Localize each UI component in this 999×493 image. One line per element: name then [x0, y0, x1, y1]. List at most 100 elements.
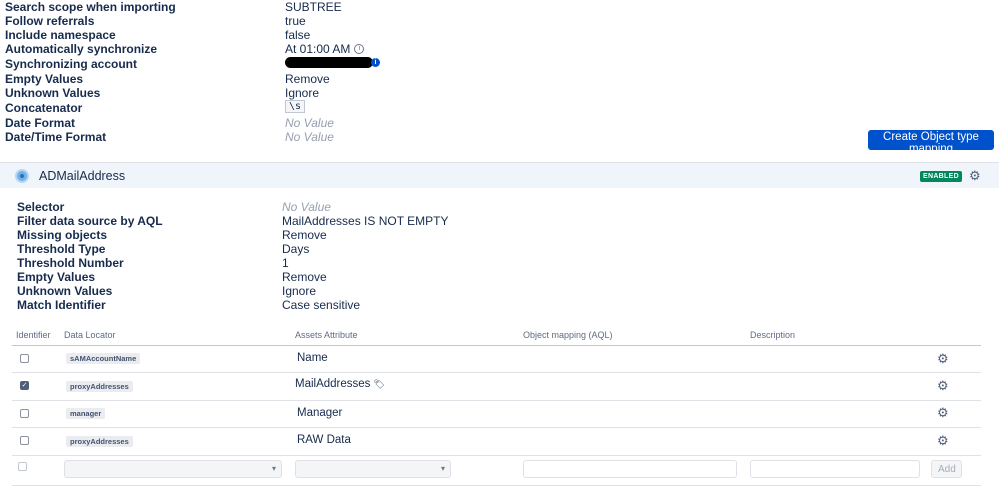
gear-icon[interactable]: ⚙: [937, 379, 949, 392]
tag-icon: 🏷: [373, 379, 385, 389]
object-mapping-aql-input[interactable]: [523, 460, 737, 478]
setting-value: Ignore: [285, 86, 320, 100]
mapping-label: Filter data source by AQL: [17, 214, 163, 228]
assets-attribute-wrap: MailAddresses 🏷: [295, 378, 385, 390]
setting-label: Empty Values: [5, 72, 84, 86]
mapping-row-match-identifier: Match Identifier Case sensitive: [0, 298, 999, 312]
mapping-value: Days: [282, 242, 310, 256]
create-object-type-mapping-button[interactable]: Create Object type mapping: [868, 130, 994, 155]
setting-row-search-scope: Search scope when importing SUBTREE: [0, 0, 999, 14]
assets-attribute: Manager: [297, 407, 343, 419]
status-badge: ENABLED: [920, 171, 962, 182]
column-header-identifier: Identifier: [16, 330, 51, 340]
chevron-down-icon: ▾: [271, 464, 276, 473]
setting-label: Date Format: [5, 116, 76, 130]
setting-label: Synchronizing account: [5, 57, 138, 71]
setting-value-wrap: \s: [285, 100, 306, 113]
object-mapping-header[interactable]: ADMailAddress ENABLED ⚙: [0, 162, 999, 188]
mapping-row-unknown-values: Unknown Values Ignore: [0, 284, 999, 298]
gear-icon[interactable]: ⚙: [937, 406, 949, 419]
data-locator-tag: manager: [66, 408, 106, 419]
data-locator-tag: proxyAddresses: [66, 436, 133, 447]
setting-value-wrap: At 01:00 AM i: [285, 42, 365, 56]
setting-row-include-namespace: Include namespace false: [0, 28, 999, 42]
row-divider: [12, 372, 981, 373]
setting-row-date-format: Date Format No Value: [0, 116, 999, 130]
row-divider: [12, 485, 981, 486]
info-icon[interactable]: i: [371, 58, 380, 67]
column-header-object-mapping: Object mapping (AQL): [523, 330, 613, 340]
gear-icon[interactable]: ⚙: [937, 352, 949, 365]
identifier-checkbox[interactable]: [18, 462, 27, 471]
mapping-label: Unknown Values: [17, 284, 113, 298]
object-type-icon: [15, 169, 29, 183]
setting-value: Remove: [285, 72, 330, 86]
object-mapping-name: ADMailAddress: [39, 169, 126, 183]
redacted-account: [285, 57, 373, 68]
mapping-row-threshold-number: Threshold Number 1: [0, 256, 999, 270]
mapping-value: Ignore: [282, 284, 317, 298]
assets-attribute: Name: [297, 352, 328, 364]
setting-row-concatenator: Concatenator \s: [0, 100, 999, 115]
setting-row-datetime-format: Date/Time Format No Value: [0, 130, 999, 144]
setting-label: Date/Time Format: [5, 130, 107, 144]
column-header-data-locator: Data Locator: [64, 330, 116, 340]
row-divider: [12, 455, 981, 456]
column-header-assets-attribute: Assets Attribute: [295, 330, 358, 340]
setting-label: Concatenator: [5, 101, 83, 115]
mapping-row-selector: Selector No Value: [0, 200, 999, 214]
setting-label: Include namespace: [5, 28, 116, 42]
setting-row-empty-values: Empty Values Remove: [0, 72, 999, 86]
setting-value: No Value: [285, 130, 334, 144]
setting-row-auto-sync: Automatically synchronize At 01:00 AM i: [0, 42, 999, 56]
setting-label: Search scope when importing: [5, 0, 176, 14]
gear-icon[interactable]: ⚙: [969, 169, 981, 182]
mapping-value: Remove: [282, 270, 327, 284]
gear-icon[interactable]: ⚙: [937, 434, 949, 447]
mapping-label: Empty Values: [17, 270, 96, 284]
data-locator-select[interactable]: ▾: [64, 460, 282, 478]
setting-label: Automatically synchronize: [5, 42, 158, 56]
mapping-label: Missing objects: [17, 228, 108, 242]
mapping-label: Match Identifier: [17, 298, 106, 312]
mapping-row-threshold-type: Threshold Type Days: [0, 242, 999, 256]
mapping-label: Threshold Number: [17, 256, 124, 270]
identifier-checkbox[interactable]: [20, 409, 29, 418]
mapping-row-filter-aql: Filter data source by AQL MailAddresses …: [0, 214, 999, 228]
setting-value: SUBTREE: [285, 0, 342, 14]
assets-attribute: MailAddresses: [295, 378, 371, 390]
setting-value: At 01:00 AM: [285, 42, 351, 56]
description-input[interactable]: [750, 460, 920, 478]
concatenator-value: \s: [285, 100, 306, 113]
setting-label: Unknown Values: [5, 86, 101, 100]
data-locator-tag: proxyAddresses: [66, 381, 133, 392]
setting-row-follow-referrals: Follow referrals true: [0, 14, 999, 28]
setting-value: true: [285, 14, 306, 28]
mapping-value: No Value: [282, 200, 331, 214]
assets-attribute: RAW Data: [297, 434, 351, 446]
mapping-value: Remove: [282, 228, 327, 242]
table-header-divider: [12, 345, 981, 346]
identifier-checkbox[interactable]: [20, 436, 29, 445]
info-icon[interactable]: i: [354, 44, 365, 54]
identifier-checkbox[interactable]: ✓: [20, 381, 29, 390]
setting-value: false: [285, 28, 311, 42]
data-locator-tag: sAMAccountName: [66, 353, 141, 364]
mapping-value: MailAddresses IS NOT EMPTY: [282, 214, 449, 228]
mapping-row-empty-values: Empty Values Remove: [0, 270, 999, 284]
row-divider: [12, 427, 981, 428]
assets-attribute-select[interactable]: ▾: [295, 460, 451, 478]
row-divider: [12, 400, 981, 401]
setting-label: Follow referrals: [5, 14, 95, 28]
add-button[interactable]: Add: [931, 460, 962, 478]
setting-value: No Value: [285, 116, 334, 130]
mapping-value: 1: [282, 256, 289, 270]
mapping-label: Threshold Type: [17, 242, 106, 256]
setting-value-wrap: i: [285, 57, 380, 68]
identifier-checkbox[interactable]: [20, 354, 29, 363]
mapping-label: Selector: [17, 200, 65, 214]
mapping-value: Case sensitive: [282, 298, 361, 312]
setting-row-sync-account: Synchronizing account i: [0, 57, 999, 71]
setting-row-unknown-values: Unknown Values Ignore: [0, 86, 999, 100]
mapping-row-missing-objects: Missing objects Remove: [0, 228, 999, 242]
